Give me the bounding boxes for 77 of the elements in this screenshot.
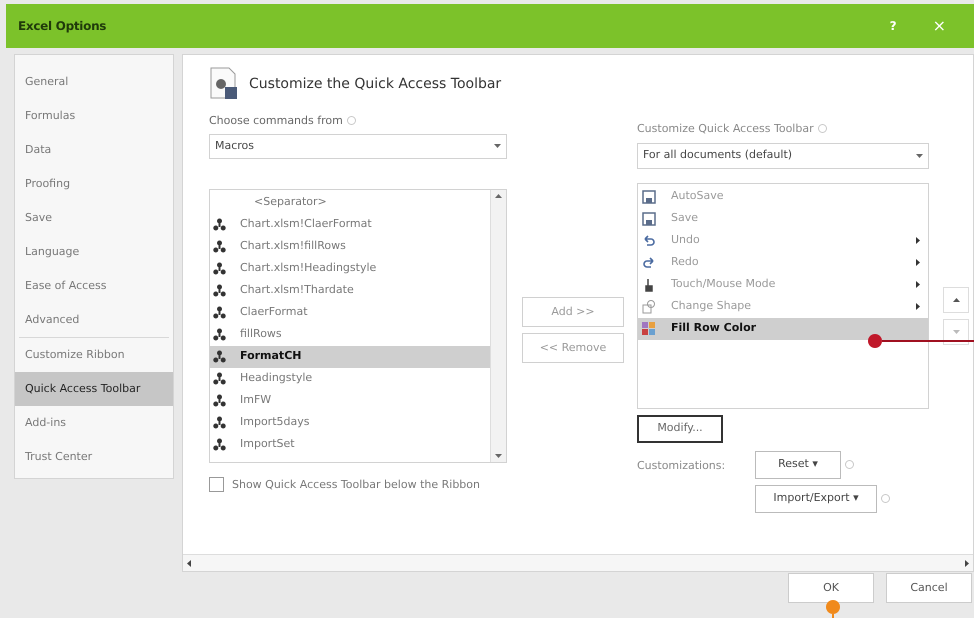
command-item[interactable]: FormatCH [210,346,490,368]
move-up-button[interactable] [943,286,969,312]
sidebar-item[interactable]: Proofing [15,167,173,201]
macro-icon [213,284,226,297]
scroll-left-arrow-icon[interactable] [187,560,191,566]
toolbar-item[interactable]: Undo [638,230,928,252]
macro-icon [213,328,226,341]
sidebar-item[interactable]: Language [15,235,173,269]
toolbar-item[interactable]: Fill Row Color [638,318,928,340]
dropdown-arrow-icon [916,154,923,158]
command-item[interactable]: Chart.xlsm!fillRows [210,236,490,258]
command-item[interactable]: <Separator> [210,192,490,214]
fill-color-icon [641,320,657,336]
toolbar-scope-dropdown[interactable]: For all documents (default) [637,142,929,168]
command-item[interactable]: ImportSet [210,434,490,456]
command-item[interactable]: Chart.xlsm!ClaerFormat [210,214,490,236]
shapes-icon [641,298,657,314]
macro-icon [213,262,226,275]
customizations-label: Customizations: [637,458,726,474]
vertical-scrollbar[interactable] [490,190,506,462]
sidebar-item[interactable]: Data [15,133,173,167]
command-item[interactable]: Headingstyle [210,368,490,390]
command-item[interactable]: Import5days [210,412,490,434]
add-button[interactable]: Add >> [522,297,624,327]
import-export-button[interactable]: Import/Export ▾ [755,484,877,512]
info-icon [845,460,854,469]
macro-icon [213,218,226,231]
move-down-button[interactable] [943,318,969,344]
dropdown-arrow-icon [494,144,501,148]
scroll-up-arrow-icon[interactable] [495,194,502,198]
toolbar-item[interactable]: Change Shape [638,296,928,318]
macro-icon [213,416,226,429]
checkbox-label: Show Quick Access Toolbar below the Ribbon [232,476,481,492]
command-item[interactable]: fillRows [210,324,490,346]
macro-icon [213,394,226,407]
macro-icon [213,306,226,319]
info-icon [346,116,356,126]
remove-button[interactable]: << Remove [522,333,624,363]
command-item[interactable]: Chart.xlsm!Headingstyle [210,258,490,280]
command-item[interactable]: Chart.xlsm!Thardate [210,280,490,302]
command-item[interactable]: ImFW [210,390,490,412]
info-icon [881,494,890,503]
horizontal-scrollbar[interactable] [183,554,973,571]
sidebar-item[interactable]: Add-ins [15,406,173,440]
toolbar-item[interactable]: AutoSave [638,186,928,208]
sidebar-item[interactable]: Trust Center [15,440,173,474]
modify-button[interactable]: Modify... [637,414,723,442]
field-label: Customize Quick Access Toolbar [637,121,969,138]
section-heading: Customize the Quick Access Toolbar [249,74,502,94]
scroll-down-arrow-icon[interactable] [495,454,502,458]
macro-icon [213,350,226,363]
down-arrow-icon [952,330,960,334]
cancel-button[interactable]: Cancel [886,573,972,603]
sidebar-item[interactable]: Advanced [15,303,173,337]
info-icon [818,124,827,134]
toolbar-item[interactable]: Save [638,208,928,230]
ok-button[interactable]: OK [788,573,874,603]
command-item[interactable]: ClaerFormat [210,302,490,324]
window-title: Excel Options [18,18,106,35]
toolbar-item[interactable]: Redo [638,252,928,274]
field-label: Choose commands from [209,113,509,130]
checkbox[interactable] [209,476,224,492]
sidebar-item[interactable]: Quick Access Toolbar [15,372,173,406]
sidebar-item[interactable]: Save [15,201,173,235]
scroll-right-arrow-icon[interactable] [965,560,969,566]
macro-icon [213,240,226,253]
macro-icon [213,438,226,451]
macro-icon [213,372,226,385]
sidebar-item[interactable]: Customize Ribbon [15,338,173,372]
toolbar-item[interactable]: Touch/Mouse Mode [638,274,928,296]
sidebar-item[interactable]: Formulas [15,99,173,133]
callout-marker [826,600,840,618]
commands-dropdown[interactable]: Macros [209,134,507,158]
sidebar-item[interactable]: General [15,65,173,99]
sidebar-item[interactable]: Ease of Access [15,269,173,303]
up-arrow-icon [952,298,960,302]
reset-button[interactable]: Reset ▾ [755,450,841,478]
